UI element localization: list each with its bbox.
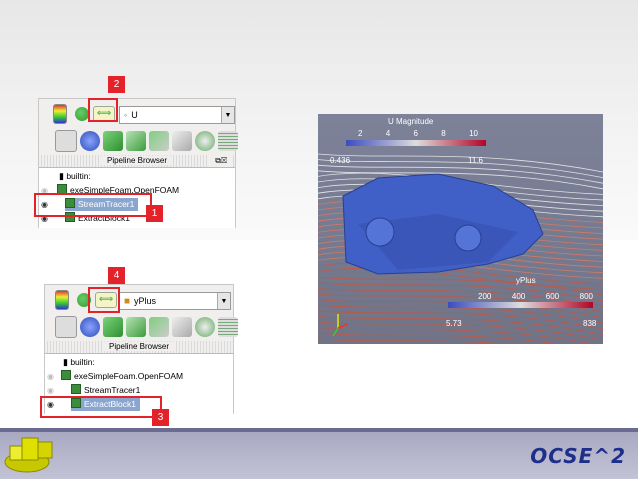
chevron-down-icon[interactable]: ▼	[221, 107, 234, 123]
u-tick: 2	[358, 129, 363, 138]
yplus-tick: 800	[579, 292, 593, 301]
chevron-down-icon[interactable]: ▼	[217, 293, 230, 309]
pipeline-browser-title: Pipeline Browser	[102, 342, 176, 351]
yplus-colorbar	[448, 302, 593, 308]
u-colorbar	[346, 140, 486, 146]
u-colorbar-max: 11.6	[468, 156, 483, 165]
u-colorbar-ticks: 2 4 6 8 10	[358, 129, 478, 138]
openfoam-logo-icon	[4, 437, 53, 473]
u-tick: 8	[441, 129, 446, 138]
callout-badge-4: 4	[108, 267, 125, 284]
pipeline-browser-header: Pipeline Browser	[45, 341, 233, 353]
yplus-colorbar-title: yPlus	[516, 276, 536, 285]
toolbar-row-2	[39, 126, 238, 156]
u-colorbar-title: U Magnitude	[388, 117, 434, 126]
yplus-tick: 400	[511, 292, 526, 301]
filter-cube-icon	[71, 384, 81, 394]
contour-icon[interactable]	[80, 317, 100, 337]
stream-tracer-icon[interactable]	[218, 317, 238, 337]
toolbar-row-2	[45, 312, 238, 342]
tree-item-label: builtin:	[66, 171, 91, 181]
threshold-icon[interactable]	[149, 131, 169, 151]
streamline	[318, 338, 512, 344]
tree-item-label: exeSimpleFoam.OpenFOAM	[74, 371, 184, 381]
tree-item-builtin[interactable]: ▮ builtin:	[63, 356, 95, 369]
yplus-tick: 200	[478, 292, 492, 301]
callout-box-2	[88, 98, 118, 122]
color-map-icon[interactable]	[55, 290, 69, 310]
glyph-icon[interactable]	[195, 131, 215, 151]
field-cell-icon: ■	[124, 295, 131, 307]
server-icon: ▮	[59, 171, 64, 181]
glyph-icon[interactable]	[195, 317, 215, 337]
callout-badge-2: 2	[108, 76, 125, 93]
yplus-colorbar-min: 5.73	[446, 319, 462, 328]
server-icon: ▮	[63, 357, 68, 367]
extract-subset-icon[interactable]	[172, 131, 192, 151]
callout-box-4	[88, 287, 120, 313]
yplus-tick: 600	[545, 292, 560, 301]
wheel	[454, 224, 482, 252]
wheel	[365, 217, 395, 247]
callout-badge-1: 1	[146, 205, 163, 222]
dock-buttons[interactable]: ⧉☒	[209, 155, 233, 167]
streamline	[318, 159, 603, 178]
streamline-plot	[318, 140, 603, 344]
contour-icon[interactable]	[80, 131, 100, 151]
streamline	[318, 153, 603, 173]
yplus-colorbar-ticks: 200 400 600 800	[478, 292, 593, 301]
tree-item-label: StreamTracer1	[84, 385, 141, 395]
slice-icon[interactable]	[126, 317, 146, 337]
pipeline-browser-title: Pipeline Browser	[100, 156, 174, 165]
color-map-icon[interactable]	[53, 104, 67, 124]
callout-badge-3: 3	[152, 409, 169, 426]
callout-box-1	[34, 193, 152, 217]
reader-cube-icon	[61, 370, 71, 380]
field-point-icon: ◦	[124, 110, 128, 120]
color-by-value: yPlus	[134, 296, 157, 306]
color-by-combo[interactable]: ◦ U ▼	[119, 106, 235, 124]
callout-box-3	[40, 396, 162, 418]
visibility-eye-icon[interactable]: ◉	[47, 370, 54, 383]
stream-tracer-icon[interactable]	[218, 131, 238, 151]
u-colorbar-min: 0.436	[330, 156, 351, 165]
pipeline-browser-header: Pipeline Browser ⧉☒	[39, 155, 235, 167]
threshold-icon[interactable]	[149, 317, 169, 337]
tree-item-label: builtin:	[70, 357, 95, 367]
clip-icon[interactable]	[103, 317, 123, 337]
color-by-value: U	[131, 110, 138, 120]
u-tick: 4	[385, 129, 391, 138]
scalar-bar-icon[interactable]	[75, 107, 89, 121]
tree-item-builtin[interactable]: ▮ builtin:	[59, 170, 91, 183]
render-view[interactable]: U Magnitude 2 4 6 8 10 0.436 11.6 yPlus …	[318, 114, 603, 344]
calculator-icon[interactable]	[55, 316, 77, 338]
brand-logo: OCSE^2	[530, 444, 626, 468]
tree-item-openfoam[interactable]: exeSimpleFoam.OpenFOAM	[61, 370, 183, 383]
slice-icon[interactable]	[126, 131, 146, 151]
u-tick: 6	[413, 129, 418, 138]
calculator-icon[interactable]	[55, 130, 77, 152]
clip-icon[interactable]	[103, 131, 123, 151]
extract-subset-icon[interactable]	[172, 317, 192, 337]
yplus-colorbar-max: 838	[583, 319, 597, 328]
u-tick: 10	[469, 129, 478, 138]
color-by-combo[interactable]: ■ yPlus ▼	[119, 292, 231, 310]
paraview-panel-bottom: ⟺ ■ yPlus ▼ Pipeline Browser ▮ builtin: …	[44, 284, 238, 414]
